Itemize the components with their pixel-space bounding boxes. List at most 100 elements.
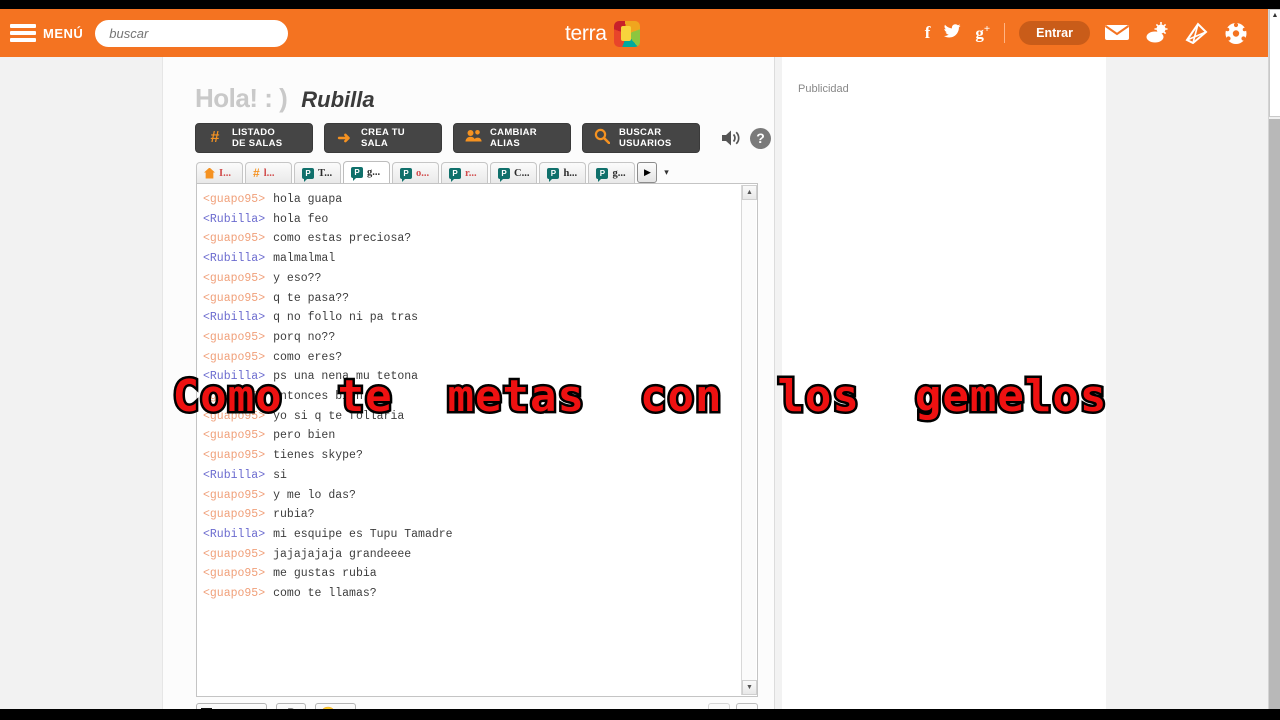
chat-message: <Rubilla> malmalmal xyxy=(203,249,732,269)
chat-message-author: <Rubilla> xyxy=(203,252,266,266)
chat-message: <guapo95> hola guapa xyxy=(203,190,732,210)
advertisement-panel: Publicidad xyxy=(782,57,1106,709)
menu-label[interactable]: MENÚ xyxy=(43,26,83,41)
chat-message-author: <guapo95> xyxy=(203,508,266,522)
bottom-letterbox xyxy=(0,709,1280,720)
listado-de-salas-label: LISTADO DE SALAS xyxy=(232,127,283,149)
tab-label: r... xyxy=(465,167,477,179)
chat-message-author: <guapo95> xyxy=(203,429,266,443)
browser-scrollbar[interactable]: ▲ xyxy=(1268,9,1280,709)
tab-label: g... xyxy=(612,167,626,179)
chat-message-author: <guapo95> xyxy=(203,547,266,561)
scrollbar-track[interactable] xyxy=(1269,119,1280,709)
help-button[interactable]: ? xyxy=(750,127,771,149)
tab-label: h... xyxy=(563,167,578,179)
chat-message-text: pero bien xyxy=(273,429,336,443)
chat-message: <guapo95> jajajajaja grandeeee xyxy=(203,545,732,565)
chat-message: <guapo95> y eso?? xyxy=(203,269,732,289)
tab-8[interactable]: P g... xyxy=(588,162,636,183)
chat-tab-bar: I... # l... P T... P g... P o... P r... … xyxy=(196,161,753,183)
chat-message-text: q te pasa?? xyxy=(273,291,350,305)
tab-label: g... xyxy=(367,167,381,178)
pm-icon: P xyxy=(351,167,363,181)
chat-message-text: malmalmal xyxy=(273,252,336,266)
google-plus-icon[interactable]: g+ xyxy=(975,23,990,44)
chat-message: <guapo95> como eres? xyxy=(203,348,732,368)
chat-message-author: <guapo95> xyxy=(203,271,266,285)
chat-message-author: <Rubilla> xyxy=(203,527,266,541)
home-icon xyxy=(204,167,215,179)
chat-message-text: me gustas rubia xyxy=(273,567,377,581)
twitter-icon[interactable] xyxy=(944,23,961,43)
screen: MENÚ terra f g+ Entrar xyxy=(0,0,1280,720)
pm-icon: P xyxy=(596,167,609,182)
tab-1[interactable]: # l... xyxy=(245,162,292,183)
chat-message-author: <guapo95> xyxy=(203,409,266,423)
chat-message-text: hola guapa xyxy=(273,193,343,206)
chat-message: <Rubilla> q no follo ni pa tras xyxy=(203,308,732,328)
chat-message: <Rubilla> hola feo xyxy=(203,210,732,230)
hamburger-menu-icon[interactable] xyxy=(10,24,36,42)
greeting-hello: Hola! : ) xyxy=(195,83,288,113)
scroll-up-icon[interactable]: ▲ xyxy=(1269,9,1280,21)
chat-message: <guapo95> como estas preciosa? xyxy=(203,229,732,249)
header-divider xyxy=(1004,23,1006,43)
pm-icon: P xyxy=(302,167,314,182)
terra-logo-mark-icon xyxy=(613,21,640,47)
chat-message-text: ps una nena mu tetona xyxy=(273,370,419,384)
chat-message: <guapo95> tienes skype? xyxy=(203,446,732,466)
chat-scrollbar[interactable]: ▲ ▼ xyxy=(741,185,757,695)
chat-message-author: <Rubilla> xyxy=(203,468,266,482)
tab-6[interactable]: P C... xyxy=(490,162,538,183)
terra-logo[interactable]: terra xyxy=(565,21,640,47)
buscar-usuarios-button[interactable]: BUSCAR USUARIOS xyxy=(582,123,700,153)
chat-message: <guapo95> y me lo das? xyxy=(203,486,732,506)
utility-icons: ? xyxy=(721,127,771,149)
weather-icon[interactable] xyxy=(1144,21,1170,45)
chat-message: <guapo95> q te pasa?? xyxy=(203,289,732,309)
login-button[interactable]: Entrar xyxy=(1019,21,1090,45)
search-input[interactable] xyxy=(109,25,275,41)
chat-message-text: yo si q te follaria xyxy=(273,409,405,423)
chat-scroll-up-icon[interactable]: ▲ xyxy=(742,185,757,200)
scrollbar-thumb[interactable] xyxy=(1269,9,1280,117)
chat-message-author: <Rubilla> xyxy=(203,212,266,226)
chat-message: <Rubilla> si xyxy=(203,466,732,486)
facebook-icon[interactable]: f xyxy=(925,23,931,43)
mail-icon[interactable] xyxy=(1104,22,1130,45)
tab-overflow-chevron-down-icon[interactable]: ▾ xyxy=(659,162,673,183)
tab-next-icon[interactable]: ▶ xyxy=(637,162,658,183)
kite-icon[interactable] xyxy=(1184,21,1210,45)
tab-2[interactable]: P T... xyxy=(294,162,341,183)
tab-7[interactable]: P h... xyxy=(539,162,587,183)
logo-text: terra xyxy=(565,22,607,45)
chat-message-text: tienes skype? xyxy=(273,449,363,463)
chat-message: <guapo95> me gustas rubia xyxy=(203,564,732,584)
sports-ball-icon[interactable] xyxy=(1224,22,1250,45)
tab-0[interactable]: I... xyxy=(196,162,243,183)
users-icon xyxy=(464,129,482,147)
top-letterbox xyxy=(0,0,1280,9)
chat-message: <Rubilla> ps una nena mu tetona xyxy=(203,367,732,387)
cambiar-alias-button[interactable]: CAMBIAR ALIAS xyxy=(453,123,571,153)
search-box[interactable] xyxy=(95,19,289,47)
listado-de-salas-button[interactable]: # LISTADO DE SALAS xyxy=(195,123,313,153)
pm-icon: P xyxy=(498,167,510,182)
chat-scroll-down-icon[interactable]: ▼ xyxy=(742,680,757,695)
tab-5[interactable]: P r... xyxy=(441,162,488,183)
chat-message: <guapo95> porq no?? xyxy=(203,328,732,348)
chat-message-author: <Rubilla> xyxy=(203,311,266,325)
arrow-right-icon: ➜ xyxy=(337,130,351,147)
greeting: Hola! : ) Rubilla xyxy=(195,83,375,114)
chat-message-text: si xyxy=(273,468,287,482)
chat-message-author: <guapo95> xyxy=(203,193,266,206)
chat-message-text: como eres? xyxy=(273,350,343,364)
tab-4[interactable]: P o... xyxy=(392,162,439,183)
chat-application-panel: Hola! : ) Rubilla # LISTADO DE SALAS ➜ C… xyxy=(162,57,775,720)
crea-tu-sala-button[interactable]: ➜ CREA TU SALA xyxy=(324,123,442,153)
speaker-icon[interactable] xyxy=(721,129,741,147)
chat-message: <guapo95> yo si q te follaria xyxy=(203,407,732,427)
tab-3-active[interactable]: P g... xyxy=(343,161,390,183)
header-right-cluster: f g+ Entrar xyxy=(925,21,1250,45)
chat-log[interactable]: <guapo95> hola guapa <Rubilla> hola feo <gua… xyxy=(203,190,732,690)
